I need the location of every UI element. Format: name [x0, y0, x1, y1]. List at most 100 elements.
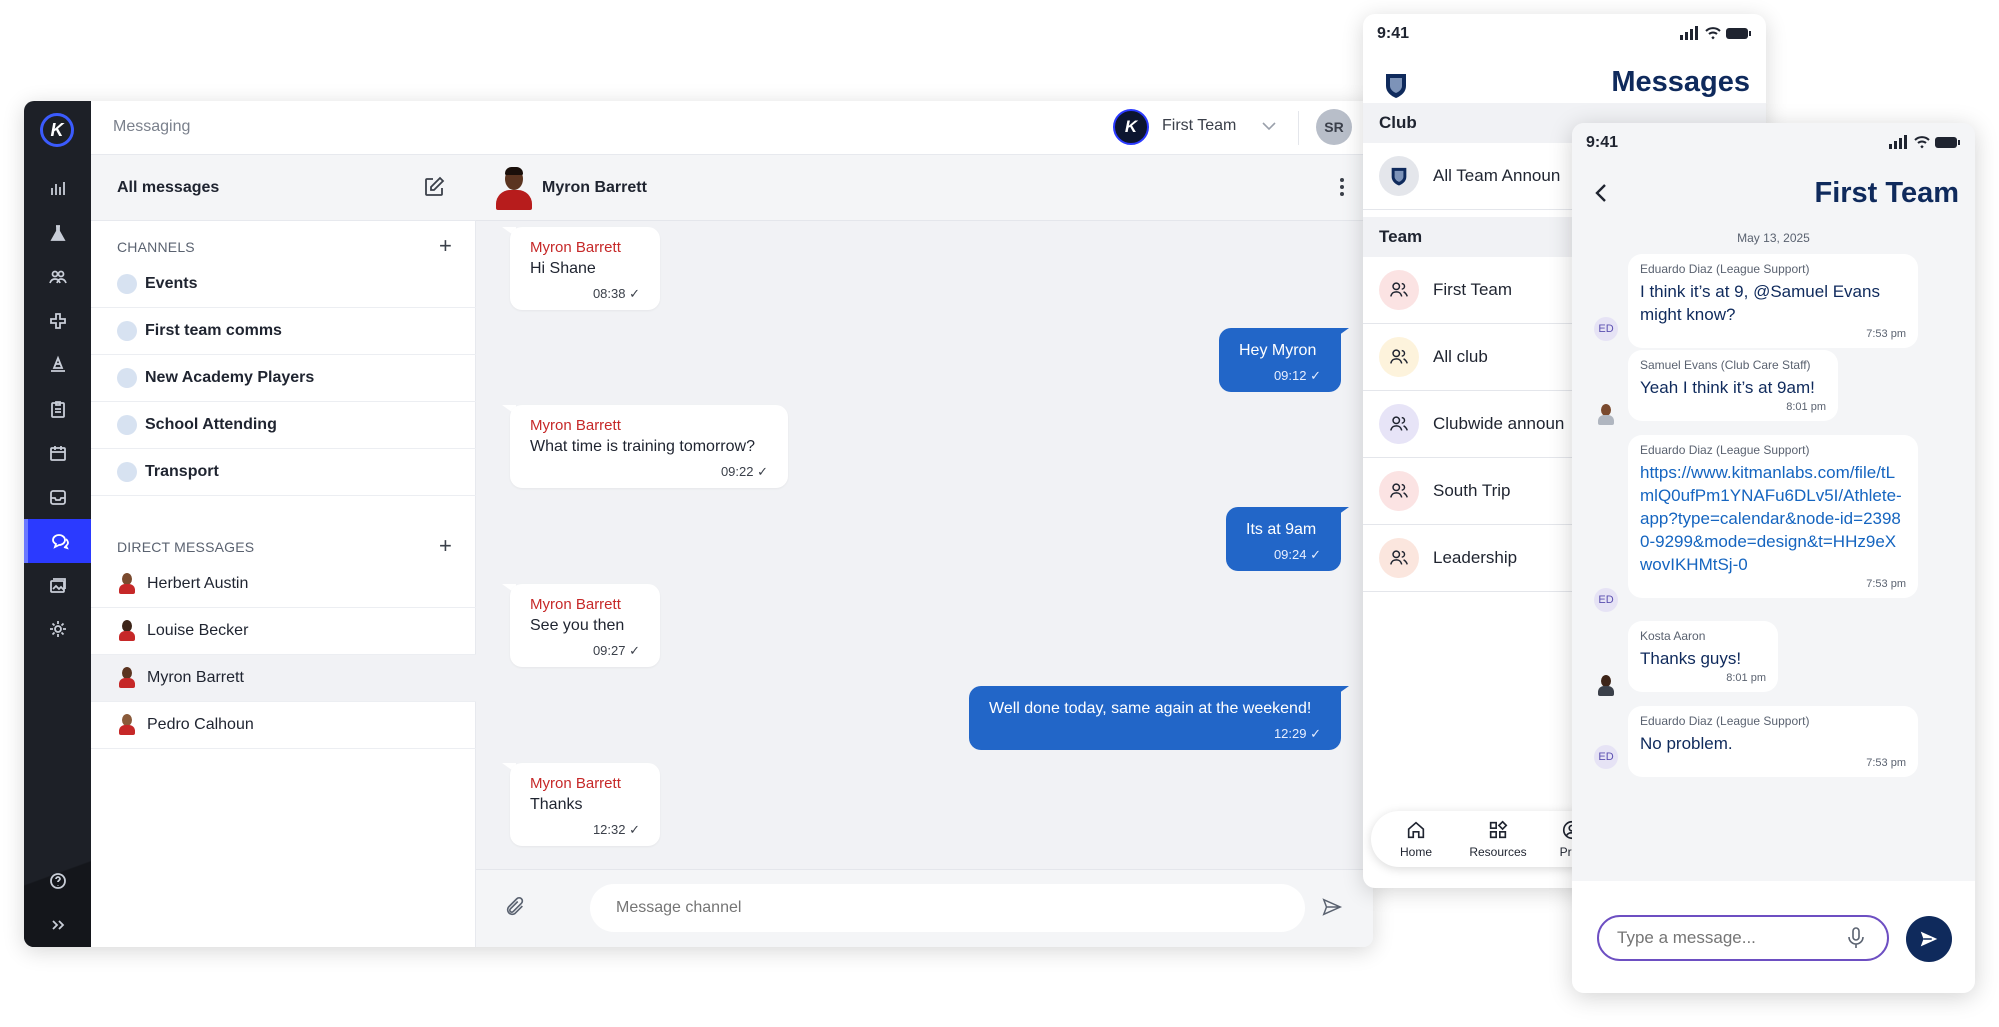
- team-logo[interactable]: K: [1113, 109, 1149, 145]
- user-avatar[interactable]: SR: [1316, 109, 1352, 145]
- mobile-chat-screen: 9:41 First Team May 13, 2025 Eduardo Dia…: [1572, 123, 1975, 993]
- dm-label: Myron Barrett: [147, 669, 244, 686]
- message-input[interactable]: [590, 884, 1305, 932]
- contact-name[interactable]: Myron Barrett: [542, 179, 647, 197]
- medical-icon[interactable]: [24, 299, 91, 343]
- send-icon: [1920, 931, 1938, 947]
- direct-message-item[interactable]: Herbert Austin: [91, 561, 476, 608]
- channel-item[interactable]: First team comms: [91, 308, 476, 355]
- add-channel-button[interactable]: +: [439, 235, 452, 257]
- avatar: [119, 573, 135, 595]
- send-button[interactable]: [1906, 916, 1952, 962]
- compose-icon[interactable]: [422, 175, 446, 199]
- sender-name: Myron Barrett: [530, 239, 621, 256]
- sender-name: Samuel Evans (Club Care Staff): [1640, 358, 1811, 372]
- flask-icon[interactable]: [24, 211, 91, 255]
- expand-rail-icon[interactable]: [24, 903, 91, 947]
- screen-title: Messages: [1611, 66, 1750, 98]
- channel-label: Leadership: [1433, 548, 1518, 567]
- gallery-icon[interactable]: [24, 563, 91, 607]
- team-selector[interactable]: First Team: [1162, 117, 1236, 135]
- top-bar: Messaging K First Team SR: [91, 101, 1373, 155]
- channel-label: All club: [1433, 347, 1488, 366]
- status-time: 9:41: [1586, 134, 1619, 151]
- channel-dot: [117, 368, 137, 388]
- message-time: 7:53 pm: [1866, 578, 1906, 590]
- channel-label: Transport: [145, 463, 219, 480]
- avatar: [119, 667, 135, 689]
- direct-message-item[interactable]: Louise Becker: [91, 608, 476, 655]
- nav-rail: K: [24, 101, 91, 947]
- message-text: Its at 9am: [1246, 521, 1317, 538]
- status-time: 9:41: [1377, 25, 1410, 42]
- message-time: 7:53 pm: [1866, 757, 1906, 769]
- message-text: Well done today, same again at the weeke…: [989, 700, 1312, 717]
- avatar[interactable]: [494, 166, 534, 210]
- channel-label: New Academy Players: [145, 369, 315, 386]
- calendar-icon[interactable]: [24, 431, 91, 475]
- section-heading: Team: [1379, 227, 1423, 246]
- chat-pane: Myron Barrett Myron Barrett Hi Shane 08:…: [476, 155, 1373, 947]
- message-time: 12:29 ✓: [1273, 726, 1321, 741]
- analytics-icon[interactable]: [24, 167, 91, 211]
- message-time: 09:22 ✓: [720, 464, 768, 479]
- all-messages-header[interactable]: All messages: [91, 155, 476, 221]
- channel-item[interactable]: Events: [91, 261, 476, 308]
- send-icon[interactable]: [1321, 896, 1343, 918]
- message-time: 09:24 ✓: [1273, 547, 1321, 562]
- outgoing-message: Its at 9am 09:24 ✓: [1226, 507, 1341, 571]
- avatar: [1598, 404, 1614, 426]
- clipboard-icon[interactable]: [24, 387, 91, 431]
- channel-label: First team comms: [145, 322, 282, 339]
- channel-label: First Team: [1433, 280, 1513, 299]
- group-icon: [1379, 337, 1419, 377]
- sender-name: Myron Barrett: [530, 596, 621, 613]
- dm-label: Louise Becker: [147, 622, 249, 639]
- messaging-icon[interactable]: [24, 519, 91, 563]
- channel-dot: [117, 274, 137, 294]
- sender-name: Myron Barrett: [530, 775, 621, 792]
- back-arrow-icon[interactable]: [1594, 183, 1608, 203]
- chat-header: 9:41 First Team: [1572, 123, 1975, 219]
- section-heading: Club: [1379, 113, 1417, 132]
- conversation-sidebar: All messages CHANNELS + Events First tea…: [91, 155, 476, 947]
- avatar: [1598, 675, 1614, 697]
- date-separator: May 13, 2025: [1737, 231, 1810, 245]
- app-logo[interactable]: K: [40, 113, 74, 147]
- athletes-icon[interactable]: [24, 255, 91, 299]
- grid-icon: [1489, 820, 1508, 839]
- channel-dot: [117, 462, 137, 482]
- message-text: What time is training tomorrow?: [530, 438, 755, 455]
- direct-message-item[interactable]: Pedro Calhoun: [91, 702, 476, 749]
- more-options-icon[interactable]: [1339, 177, 1345, 197]
- dm-label: Herbert Austin: [147, 575, 249, 592]
- sender-name: Kosta Aaron: [1640, 629, 1706, 643]
- training-cone-icon[interactable]: [24, 343, 91, 387]
- message-link[interactable]: https://www.kitmanlabs.com/file/tLmlQ0uf…: [1640, 461, 1906, 576]
- tab-home[interactable]: Home: [1391, 819, 1441, 859]
- group-icon: [1379, 270, 1419, 310]
- microphone-icon[interactable]: [1846, 927, 1866, 949]
- help-icon[interactable]: [24, 859, 91, 903]
- attachment-icon[interactable]: [504, 896, 526, 918]
- channel-item[interactable]: Transport: [91, 449, 476, 496]
- chevron-down-icon[interactable]: [1262, 119, 1276, 134]
- dm-label: Pedro Calhoun: [147, 716, 254, 733]
- avatar: ED: [1594, 588, 1618, 612]
- tab-resources[interactable]: Resources: [1463, 819, 1533, 859]
- message-time: 8:01 pm: [1786, 401, 1826, 413]
- status-icons: [1680, 26, 1751, 40]
- direct-messages-heading: DIRECT MESSAGES: [117, 539, 255, 555]
- channel-item[interactable]: School Attending: [91, 402, 476, 449]
- direct-message-item[interactable]: Myron Barrett: [91, 655, 476, 702]
- message-text: No problem.: [1640, 734, 1733, 753]
- club-crest-icon: [1386, 74, 1406, 98]
- channel-item[interactable]: New Academy Players: [91, 355, 476, 402]
- sender-name: Eduardo Diaz (League Support): [1640, 262, 1810, 276]
- add-direct-message-button[interactable]: +: [439, 535, 452, 557]
- channel-dot: [117, 321, 137, 341]
- settings-gear-icon[interactable]: [24, 607, 91, 651]
- inbox-icon[interactable]: [24, 475, 91, 519]
- page-title: Messaging: [113, 118, 191, 135]
- group-icon: [1379, 404, 1419, 444]
